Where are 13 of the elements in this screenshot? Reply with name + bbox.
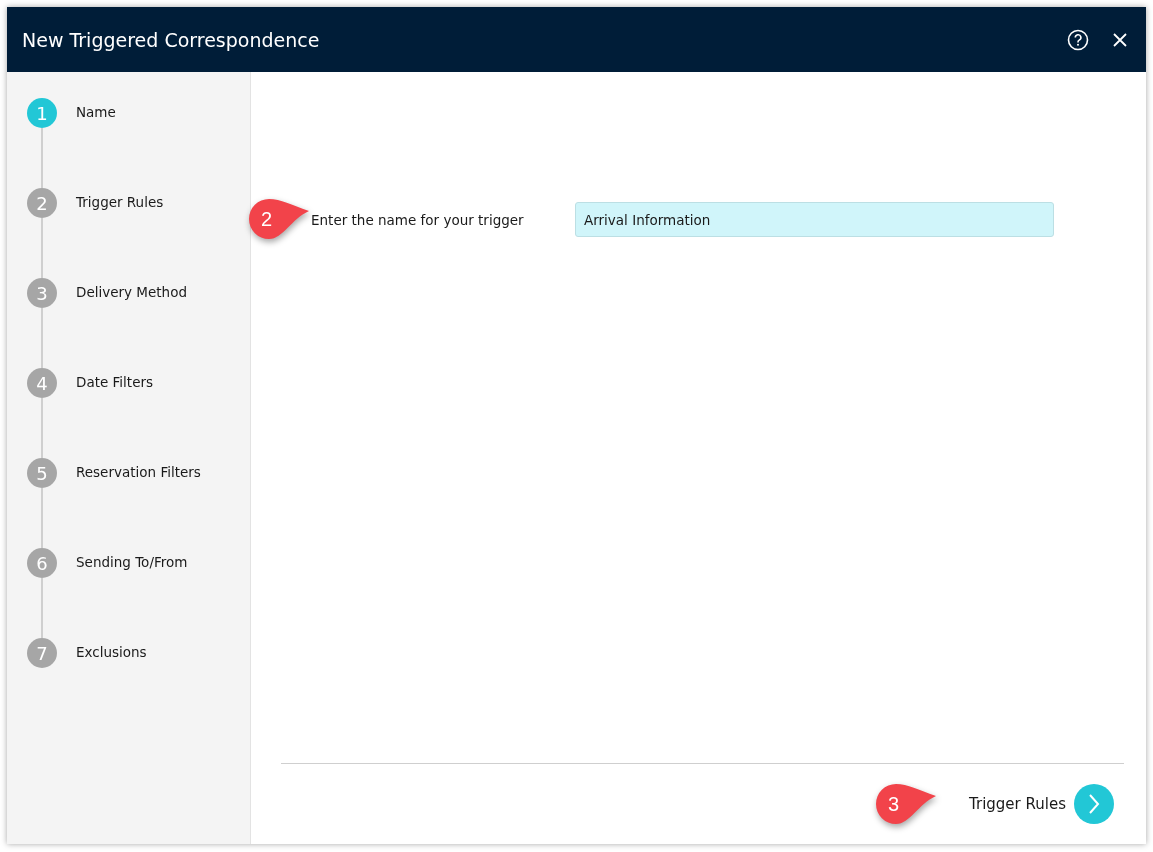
step-label[interactable]: Exclusions bbox=[76, 644, 147, 660]
name-input-field[interactable]: Arrival Information bbox=[575, 202, 1054, 237]
chevron-right-icon bbox=[1087, 793, 1101, 815]
step-label[interactable]: Reservation Filters bbox=[76, 464, 201, 480]
step-label[interactable]: Delivery Method bbox=[76, 284, 187, 300]
window-title: New Triggered Correspondence bbox=[22, 28, 321, 51]
help-icon[interactable] bbox=[1066, 27, 1090, 52]
step-label[interactable]: Date Filters bbox=[76, 374, 154, 390]
step-label[interactable]: Name bbox=[76, 104, 116, 120]
field-label: Enter the name for your trigger bbox=[311, 211, 525, 228]
step-label[interactable]: Sending To/From bbox=[76, 554, 188, 570]
next-step-label[interactable]: Trigger Rules bbox=[969, 795, 1066, 813]
step-label[interactable]: Trigger Rules bbox=[76, 194, 164, 210]
